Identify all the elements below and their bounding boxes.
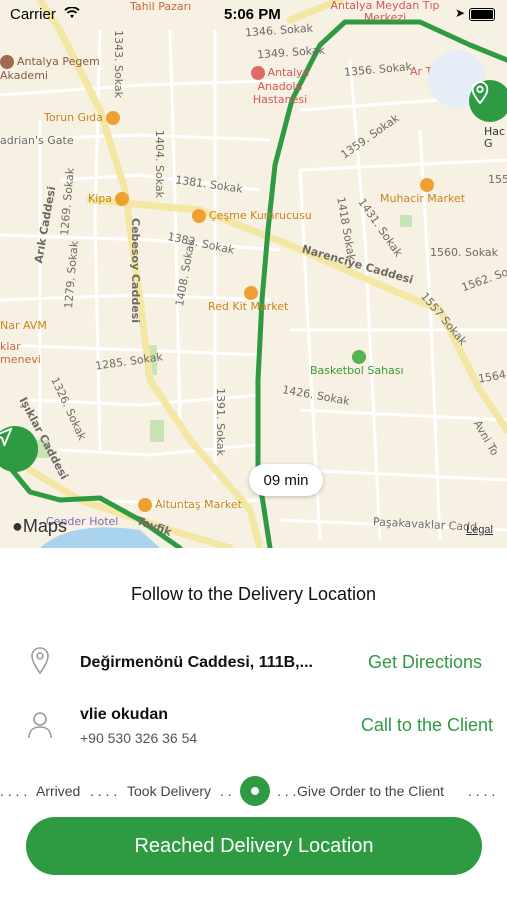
street-label: 1343. Sokak (112, 30, 125, 98)
legal-link[interactable]: Legal (466, 524, 493, 536)
shopping-cart-icon (138, 498, 152, 512)
current-step-marker (240, 776, 270, 806)
poi-muhacir-market[interactable]: Muhacir Market (380, 178, 465, 205)
person-icon (28, 712, 52, 739)
step-arrived: Arrived (36, 783, 81, 799)
progress-dots: . . (220, 783, 232, 799)
eta-bubble: 09 min (249, 464, 323, 496)
poi-partial-left[interactable]: klar menevi (0, 340, 50, 366)
poi-torun-gida[interactable]: Torun Gıda (44, 111, 123, 125)
status-bar: Carrier 5:06 PM ➤ (0, 0, 507, 28)
map-pin-icon (31, 647, 49, 675)
battery-icon (469, 8, 495, 21)
client-phone: +90 530 326 36 54 (80, 730, 198, 746)
poi-partial-hac[interactable]: Hac G (484, 126, 507, 150)
poi-basketbol-sahasi[interactable]: Basketbol Sahası (310, 350, 404, 377)
street-label: 155 (488, 173, 507, 186)
step-give-order: Give Order to the Client (297, 783, 445, 799)
poi-nar-avm[interactable]: Nar AVM (0, 319, 47, 332)
poi-anadolu-hastanesi[interactable]: Antalya Anadolu Hastanesi (230, 66, 330, 106)
shopping-cart-icon (115, 192, 129, 206)
shopping-cart-icon (105, 111, 120, 125)
reached-delivery-location-button[interactable]: Reached Delivery Location (26, 817, 482, 875)
poi-red-kit-market[interactable]: Red Kit Market (208, 286, 288, 313)
street-label: adrian's Gate (0, 134, 74, 147)
food-icon (192, 209, 206, 223)
wifi-icon (64, 7, 80, 18)
delivery-sheet: Follow to the Delivery Location Değirmen… (0, 548, 507, 900)
street-label: 1560. Sokak (430, 246, 498, 259)
call-client-button[interactable]: Call to the Client (361, 715, 493, 736)
progress-dots: . . . (277, 783, 297, 799)
poi-cesme-kumrucusu[interactable]: Çeşme Kumrucusu (192, 209, 312, 223)
destination-marker[interactable] (469, 80, 507, 122)
shopping-cart-icon (244, 286, 258, 300)
clock: 5:06 PM (224, 6, 281, 23)
street-label: 1391. Sokak (214, 388, 227, 456)
shopping-cart-icon (420, 178, 434, 192)
apple-logo-icon: ● (12, 516, 23, 536)
poi-altuntas-market[interactable]: Altuntaş Market (138, 498, 242, 512)
map-pin-icon (471, 81, 489, 105)
sheet-title: Follow to the Delivery Location (130, 584, 377, 604)
client-name: vlie okudan (80, 706, 169, 723)
basketball-icon (352, 350, 366, 364)
maps-attribution: ●Maps (12, 516, 67, 536)
step-took-delivery: Took Delivery (127, 783, 212, 799)
street-label: 1404. Sokak (153, 130, 166, 198)
eta-text: 09 min (263, 471, 309, 489)
progress-dots: . . . . (468, 783, 496, 799)
hospital-icon (250, 66, 265, 80)
progress-dots: . . . . (90, 783, 118, 799)
poi-pegem[interactable]: Antalya Pegem Akademi (0, 55, 100, 82)
carrier-label: Carrier (10, 6, 56, 23)
street-label: Cebesoy Caddesi (129, 218, 142, 323)
poi-kipa[interactable]: Kipa (88, 192, 132, 206)
school-icon (0, 55, 14, 69)
delivery-address: Değirmenönü Caddesi, 111B,... (80, 654, 313, 671)
location-arrow-icon: ➤ (454, 6, 465, 20)
map-view[interactable]: 1346. Sokak 1349. Sokak 1356. Sokak 1343… (0, 0, 507, 548)
progress-dots: . . . . (0, 783, 28, 799)
map-pin-icon (251, 787, 259, 795)
get-directions-button[interactable]: Get Directions (368, 652, 482, 673)
navigate-icon (0, 427, 13, 447)
